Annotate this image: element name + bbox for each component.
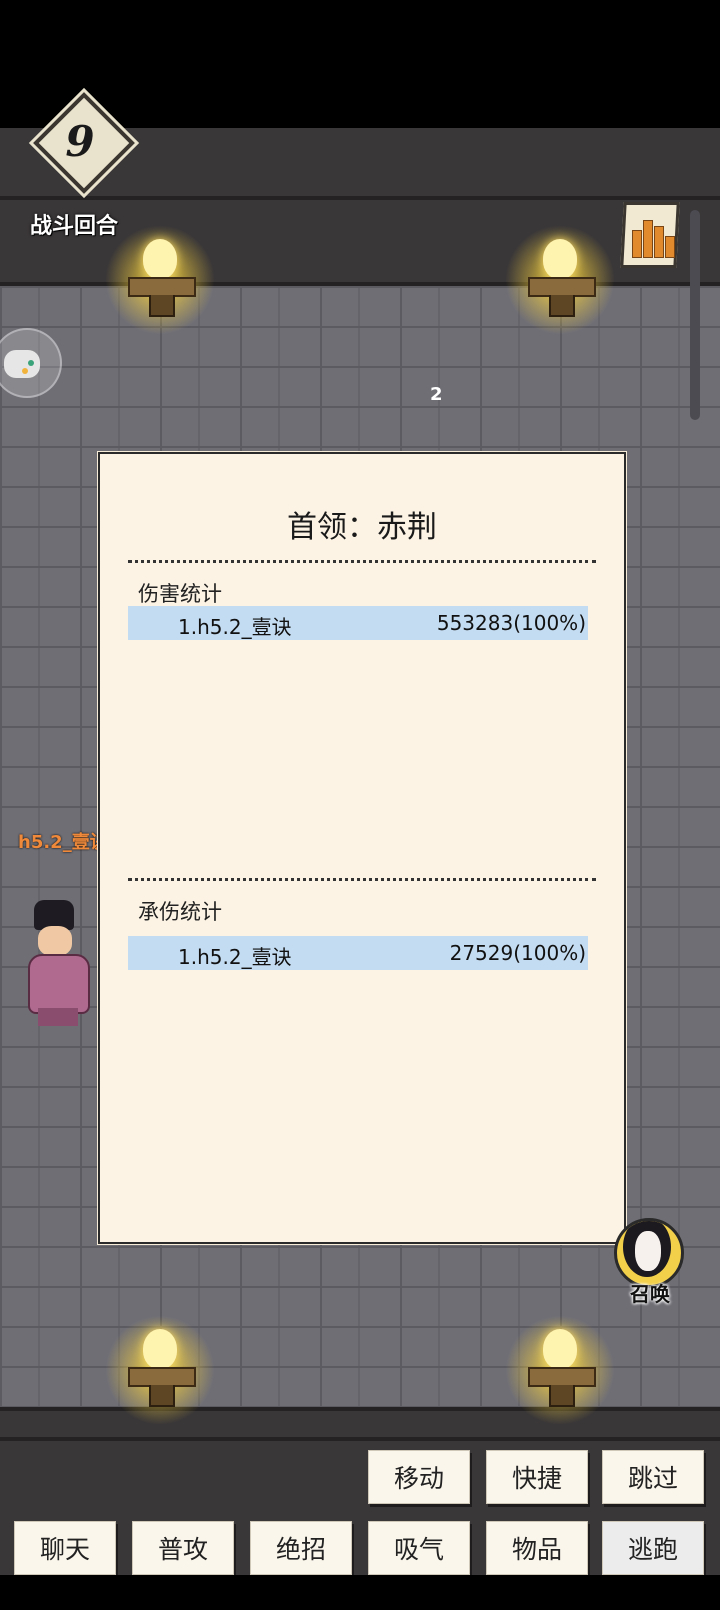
shortcut-button[interactable]: 快捷 — [486, 1450, 588, 1504]
breathe-button[interactable]: 吸气 — [368, 1521, 470, 1575]
row-value: 27529(100%) — [449, 941, 586, 965]
player-character[interactable] — [18, 900, 102, 1030]
boss-title: 首领：赤荆 — [287, 510, 437, 545]
round-number: 9 — [65, 117, 95, 166]
row-value: 553283(100%) — [436, 611, 586, 635]
torch-icon — [505, 225, 615, 335]
bar-chart-icon[interactable] — [610, 198, 688, 270]
torch-icon — [105, 1315, 215, 1425]
torch-icon — [505, 1315, 615, 1425]
normal-attack-button[interactable]: 普攻 — [132, 1521, 234, 1575]
table-row: 1.h5.2_壹诀 27529(100%) — [128, 936, 588, 970]
damage-stats-label: 伤害统计 — [138, 582, 222, 606]
divider — [128, 560, 596, 563]
player-name: h5.2_壹诀 — [18, 832, 108, 853]
skip-button[interactable]: 跳过 — [602, 1450, 704, 1504]
side-scroll-handle[interactable] — [690, 210, 700, 420]
chat-button[interactable]: 聊天 — [14, 1521, 116, 1575]
row-name: 1.h5.2_壹诀 — [178, 615, 292, 639]
battle-stats-panel: 首领：赤荆 伤害统计 1.h5.2_壹诀 553283(100%) 承伤统计 1… — [98, 452, 626, 1244]
ultimate-button[interactable]: 绝招 — [250, 1521, 352, 1575]
bottom-bar — [0, 1575, 720, 1610]
round-counter: 9 — [26, 92, 135, 194]
table-row: 1.h5.2_壹诀 553283(100%) — [128, 606, 588, 640]
escape-button[interactable]: 逃跑 — [602, 1521, 704, 1575]
summon-button[interactable]: 召唤 — [610, 1218, 690, 1308]
torch-icon — [105, 225, 215, 335]
row-name: 1.h5.2_壹诀 — [178, 945, 292, 969]
items-button[interactable]: 物品 — [486, 1521, 588, 1575]
floor-number: 2 — [430, 384, 443, 405]
move-button[interactable]: 移动 — [368, 1450, 470, 1504]
divider — [128, 878, 596, 881]
tanking-stats-label: 承伤统计 — [138, 900, 222, 924]
summon-label: 召唤 — [630, 1282, 670, 1306]
